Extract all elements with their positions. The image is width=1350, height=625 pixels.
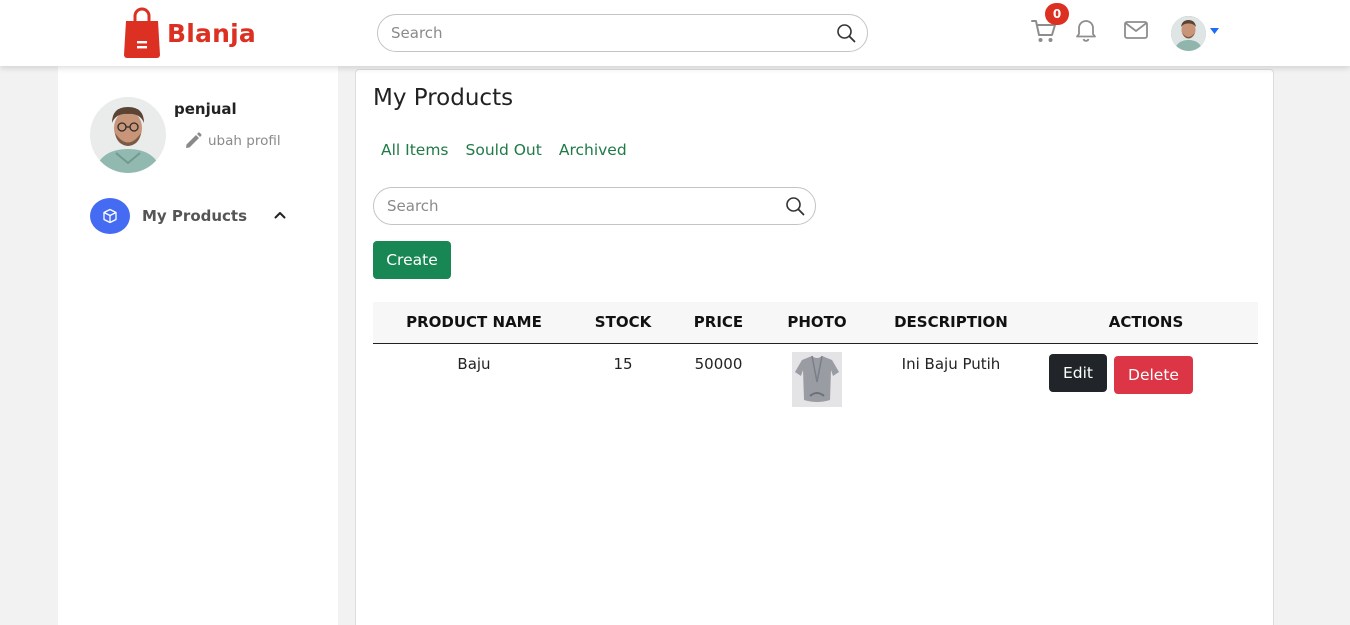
top-navbar: Blanja 0	[0, 0, 1350, 66]
page-title: My Products	[373, 85, 514, 111]
column-header-description: DESCRIPTION	[894, 313, 1008, 332]
sidebar: penjual ubah profil My Products	[58, 66, 338, 625]
brand-name: Blanja	[167, 18, 256, 48]
product-photo	[792, 351, 842, 407]
pencil-icon	[186, 132, 202, 148]
cell-stock: 15	[613, 354, 633, 373]
edit-profile-label: ubah profil	[208, 133, 281, 149]
column-header-price: PRICE	[693, 313, 744, 332]
edit-profile-link[interactable]: ubah profil	[184, 132, 281, 150]
bell-icon[interactable]	[1074, 17, 1098, 43]
create-button[interactable]: Create	[373, 241, 451, 279]
column-header-stock: STOCK	[594, 313, 652, 332]
table-header-row: PRODUCT NAME STOCK PRICE PHOTO DESCRIPTI…	[373, 302, 1258, 343]
column-header-actions: ACTIONS	[1108, 313, 1184, 332]
cell-description: Ini Baju Putih	[901, 354, 1001, 373]
main-panel: My Products All Items Sould Out Archived…	[355, 69, 1274, 625]
search-icon[interactable]	[785, 196, 805, 216]
column-header-photo: PHOTO	[787, 313, 847, 332]
product-tabs: All Items Sould Out Archived	[381, 141, 644, 159]
column-header-product-name: PRODUCT NAME	[406, 313, 542, 332]
sidebar-item-label: My Products	[142, 207, 248, 225]
profile-username: penjual	[174, 100, 237, 118]
table-row: Baju 15 50000 Ini Baju Putih Edit Delete	[373, 343, 1258, 411]
delete-button[interactable]: Delete	[1114, 355, 1193, 394]
products-table: PRODUCT NAME STOCK PRICE PHOTO DESCRIPTI…	[373, 302, 1258, 411]
sidebar-item-my-products[interactable]: My Products	[90, 198, 290, 234]
cell-product-name: Baju	[457, 354, 491, 373]
box-icon	[103, 208, 117, 224]
profile-avatar	[90, 97, 166, 173]
cell-photo	[766, 343, 868, 411]
search-icon[interactable]	[836, 23, 856, 43]
sidebar-item-icon-bg	[90, 198, 130, 234]
user-menu[interactable]	[1171, 16, 1223, 52]
chevron-up-icon[interactable]	[274, 211, 286, 219]
brand-logo[interactable]: Blanja	[123, 7, 256, 59]
product-search-box[interactable]	[373, 187, 816, 225]
product-search-input[interactable]	[387, 188, 740, 224]
tab-all-items[interactable]: All Items	[381, 141, 449, 159]
shopping-bag-icon	[124, 7, 160, 58]
cell-actions: Edit Delete	[1034, 343, 1258, 411]
avatar[interactable]	[1171, 16, 1206, 51]
mail-icon[interactable]	[1123, 19, 1149, 41]
tab-archived[interactable]: Archived	[559, 141, 627, 159]
cell-price: 50000	[694, 354, 743, 373]
cart-count-badge: 0	[1045, 3, 1069, 25]
tab-sold-out[interactable]: Sould Out	[466, 141, 542, 159]
header-search-box[interactable]	[377, 14, 868, 52]
edit-button[interactable]: Edit	[1049, 353, 1107, 392]
caret-down-icon[interactable]	[1210, 28, 1219, 34]
header-search-input[interactable]	[391, 15, 783, 51]
